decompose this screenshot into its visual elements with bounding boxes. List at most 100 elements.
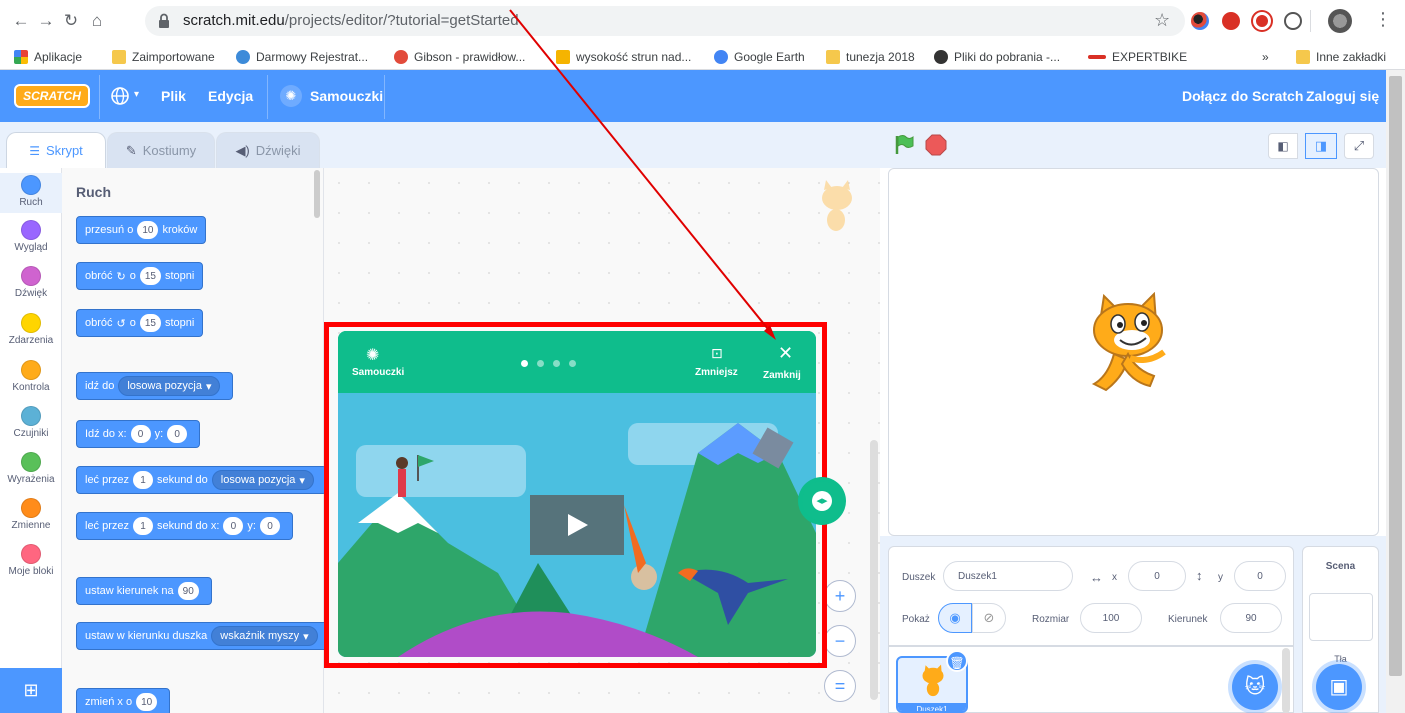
tutorial-side-toggle[interactable]: ◂▸: [798, 477, 846, 525]
block-input[interactable]: 0: [167, 425, 188, 443]
back-icon[interactable]: ←: [10, 10, 32, 32]
category-operators[interactable]: Wyrażenia: [0, 452, 62, 485]
block-input[interactable]: 1: [133, 517, 154, 535]
menu-tutorials[interactable]: Samouczki: [310, 88, 383, 104]
category-control[interactable]: Kontrola: [0, 360, 62, 393]
block-input[interactable]: 10: [136, 693, 158, 711]
category-sensing[interactable]: Czujniki: [0, 406, 62, 439]
palette-scrollbar[interactable]: [314, 170, 320, 218]
script-area-scrollbar[interactable]: [870, 440, 878, 700]
small-stage-button[interactable]: ◧: [1268, 133, 1298, 159]
y-position-input[interactable]: 0: [1234, 561, 1286, 591]
block-input[interactable]: 0: [130, 425, 151, 443]
block-dropdown[interactable]: losowa pozycja ▾: [118, 376, 221, 396]
zoom-in-button[interactable]: +: [824, 580, 856, 612]
tab-costumes[interactable]: ✎ Kostiumy: [107, 132, 215, 168]
chevron-down-icon[interactable]: ▾: [134, 89, 139, 100]
block-input[interactable]: 0: [259, 517, 280, 535]
bookmark-tunisia[interactable]: tunezja 2018: [826, 48, 915, 66]
stage-thumbnail[interactable]: [1309, 593, 1373, 641]
lightbulb-icon: ✺: [280, 85, 302, 107]
block-input[interactable]: 15: [139, 267, 161, 285]
block-go-to-xy[interactable]: Idź do x: 0 y: 0: [76, 420, 201, 448]
bookmark-other[interactable]: Inne zakładki: [1296, 48, 1386, 66]
category-sound[interactable]: Dźwięk: [0, 266, 62, 299]
category-my-blocks[interactable]: Moje bloki: [0, 544, 62, 577]
block-glide-to-xy[interactable]: leć przez 1 sekund do x: 0 y: 0: [76, 512, 293, 540]
menu-edit[interactable]: Edycja: [208, 88, 253, 104]
menu-file[interactable]: Plik: [161, 88, 186, 104]
zoom-out-button[interactable]: −: [824, 625, 856, 657]
block-input[interactable]: 0: [223, 517, 244, 535]
category-looks[interactable]: Wygląd: [0, 220, 62, 253]
add-extension-button[interactable]: ⊞: [0, 668, 62, 713]
opera-icon[interactable]: [1253, 12, 1271, 30]
large-stage-button[interactable]: ◨: [1305, 133, 1337, 159]
show-sprite-button[interactable]: ◉: [938, 603, 972, 633]
hide-sprite-button[interactable]: ⊘: [972, 603, 1006, 633]
category-variables[interactable]: Zmienne: [0, 498, 62, 531]
sprite-thumbnail-label: Duszek1: [898, 703, 966, 711]
stop-icon[interactable]: [925, 134, 947, 156]
delete-sprite-icon[interactable]: 🗑: [946, 650, 968, 672]
block-go-to[interactable]: idź do losowa pozycja ▾: [76, 372, 234, 400]
block-change-x[interactable]: zmień x o 10: [76, 688, 171, 713]
join-scratch-link[interactable]: Dołącz do Scratch: [1182, 88, 1303, 104]
add-sprite-button[interactable]: 🐱: [1232, 664, 1278, 710]
home-icon[interactable]: ⌂: [86, 10, 108, 32]
direction-input[interactable]: 90: [1220, 603, 1282, 633]
bookmark-imported[interactable]: Zaimportowane: [112, 48, 215, 66]
block-input[interactable]: 1: [133, 471, 154, 489]
block-text: kroków: [162, 224, 198, 236]
bookmark-strings[interactable]: wysokość strun nad...: [556, 48, 691, 66]
block-input[interactable]: 15: [139, 314, 161, 332]
tab-sounds[interactable]: ◀) Dźwięki: [216, 132, 320, 168]
green-flag-icon[interactable]: [893, 134, 915, 156]
block-point-towards[interactable]: ustaw w kierunku duszka wskaźnik myszy ▾: [76, 622, 331, 650]
cat-add-icon: 🐱: [1244, 676, 1266, 698]
bookmark-registrar[interactable]: Darmowy Rejestrat...: [236, 48, 368, 66]
cat-sprite[interactable]: [1080, 292, 1176, 402]
bookmark-apps[interactable]: Aplikacje: [14, 48, 82, 66]
tab-code[interactable]: ☰ Skrypt: [6, 132, 106, 168]
browser-menu-icon[interactable]: ⋮: [1374, 9, 1392, 30]
bookmark-google-earth[interactable]: Google Earth: [714, 48, 805, 66]
x-position-input[interactable]: 0: [1128, 561, 1186, 591]
bookmark-gibson[interactable]: Gibson - prawidłow...: [394, 48, 525, 66]
extension-icon[interactable]: [1191, 12, 1209, 30]
adblock-icon[interactable]: [1222, 12, 1240, 30]
rotate-left-icon: ↺: [116, 317, 126, 330]
category-motion[interactable]: Ruch: [0, 173, 62, 213]
category-label: Czujniki: [13, 428, 49, 439]
zoom-reset-button[interactable]: =: [824, 670, 856, 702]
sprite-name-input[interactable]: Duszek1: [943, 561, 1073, 591]
category-label: Dźwięk: [14, 288, 48, 299]
sign-in-link[interactable]: Zaloguj się: [1306, 88, 1379, 104]
forward-icon[interactable]: →: [35, 10, 57, 32]
block-move-steps[interactable]: przesuń o 10 kroków: [76, 216, 207, 244]
bookmark-downloads[interactable]: Pliki do pobrania -...: [934, 48, 1060, 66]
window-scrollbar-thumb[interactable]: [1389, 76, 1402, 676]
globe-icon[interactable]: [110, 86, 130, 106]
block-input[interactable]: 90: [177, 582, 199, 600]
scratch-logo[interactable]: SCRATCH: [14, 84, 90, 108]
size-input[interactable]: 100: [1080, 603, 1142, 633]
block-input[interactable]: 10: [137, 221, 159, 239]
bookmarks-overflow[interactable]: »: [1262, 48, 1269, 66]
bookmark-star-icon[interactable]: ☆: [1154, 10, 1170, 31]
sprite-list-scrollbar[interactable]: [1282, 648, 1290, 713]
block-glide-to[interactable]: leć przez 1 sekund do losowa pozycja ▾: [76, 466, 327, 494]
bookmark-expertbike[interactable]: EXPERTBIKE: [1088, 48, 1187, 66]
fullscreen-button[interactable]: ⤢: [1344, 133, 1374, 159]
block-turn-right[interactable]: obróć ↻ o 15 stopni: [76, 262, 204, 290]
reload-icon[interactable]: ↻: [60, 10, 82, 32]
settings-extension-icon[interactable]: [1284, 12, 1302, 30]
category-events[interactable]: Zdarzenia: [0, 313, 62, 346]
profile-avatar[interactable]: [1328, 9, 1352, 33]
block-turn-left[interactable]: obróć ↺ o 15 stopni: [76, 309, 204, 337]
block-dropdown[interactable]: wskaźnik myszy ▾: [211, 626, 318, 646]
add-backdrop-button[interactable]: ▣: [1316, 664, 1362, 710]
block-dropdown[interactable]: losowa pozycja ▾: [211, 470, 314, 490]
block-point-direction[interactable]: ustaw kierunek na 90: [76, 577, 212, 605]
category-dot: [21, 406, 41, 426]
